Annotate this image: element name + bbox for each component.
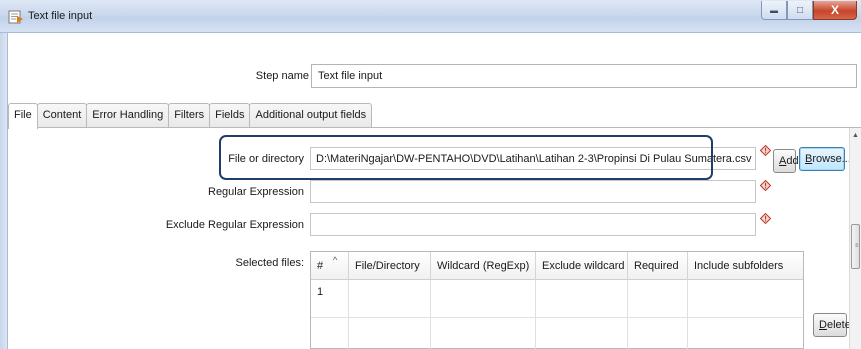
tab-bar: File Content Error Handling Filters Fiel… [8,103,373,129]
maximize-button[interactable]: □ [787,1,813,20]
empty-cell [688,318,803,349]
tab-error-handling[interactable]: Error Handling [86,103,170,127]
table-cell-file-directory[interactable] [349,280,431,318]
tab-additional-output-fields[interactable]: Additional output fields [249,103,373,127]
empty-cell [311,318,349,349]
close-icon: X [830,3,839,17]
sort-indicator-icon: ^ [333,255,338,265]
table-cell-required[interactable] [628,280,688,318]
table-cell-wildcard[interactable] [431,280,536,318]
warning-diamond-icon [760,213,771,224]
empty-cell [628,318,688,349]
scroll-up-arrow-icon[interactable]: ▲ [852,132,859,139]
scrollbar-thumb[interactable]: ≡ [851,224,860,269]
table-cell-exclude-wildcard[interactable] [536,280,628,318]
column-header-wildcard[interactable]: Wildcard (RegExp) [431,252,536,280]
column-header-required[interactable]: Required [628,252,688,280]
exclude-regular-expression-label: Exclude Regular Expression [165,219,304,231]
step-name-input[interactable] [311,64,857,88]
selected-files-table[interactable]: # ^ File/Directory Wildcard (RegExp) Exc… [310,251,804,349]
table-cell-include-subfolders[interactable] [688,280,803,318]
warning-diamond-icon [760,145,771,156]
vertical-scrollbar[interactable]: ▲ ≡ [849,128,861,349]
tab-divider [8,127,861,128]
window-title: Text file input [28,10,93,22]
column-header-include-subfolders[interactable]: Include subfolders [688,252,803,280]
table-cell-number[interactable]: 1 [311,280,349,318]
maximize-icon: □ [796,4,804,16]
window-controls: ▬ □ X [761,1,857,21]
selected-files-label: Selected files: [235,257,304,269]
tab-content[interactable]: Content [36,103,88,127]
regular-expression-label: Regular Expression [208,186,304,198]
empty-cell [536,318,628,349]
tab-file[interactable]: File [8,103,38,129]
table-empty-row [311,318,803,349]
column-header-file-directory[interactable]: File/Directory [349,252,431,280]
title-bar[interactable]: Text file input ▬ □ X [0,0,861,33]
browse-button-label: rowse... [812,153,851,165]
table-header: # ^ File/Directory Wildcard (RegExp) Exc… [311,252,803,280]
delete-button[interactable]: Delete [813,313,851,337]
add-button[interactable]: Add [773,149,799,173]
empty-cell [349,318,431,349]
delete-button-label: elete [826,319,851,331]
minimize-button[interactable]: ▬ [761,1,787,20]
tab-filters[interactable]: Filters [168,103,211,127]
close-button[interactable]: X [813,1,857,20]
browse-button[interactable]: Browse... [799,147,851,171]
exclude-regular-expression-input[interactable] [310,213,756,236]
spoon-step-icon [8,10,23,24]
table-row[interactable]: 1 [311,280,803,318]
highlight-annotation [219,135,713,180]
warning-diamond-icon [760,180,771,191]
empty-cell [431,318,536,349]
window-left-border [0,33,8,349]
add-button-label: dd [786,155,799,167]
step-name-label: Step name [255,70,309,82]
minimize-icon: ▬ [770,5,778,15]
tab-fields[interactable]: Fields [209,103,251,127]
dialog-window: Text file input ▬ □ X Step name File Con… [0,0,861,349]
scrollbar-grip-icon: ≡ [855,243,859,249]
delete-button-mnemonic: D [819,319,827,331]
column-header-number[interactable]: # ^ [311,252,349,280]
regular-expression-input[interactable] [310,180,756,203]
column-header-exclude-wildcard[interactable]: Exclude wildcard [536,252,628,280]
